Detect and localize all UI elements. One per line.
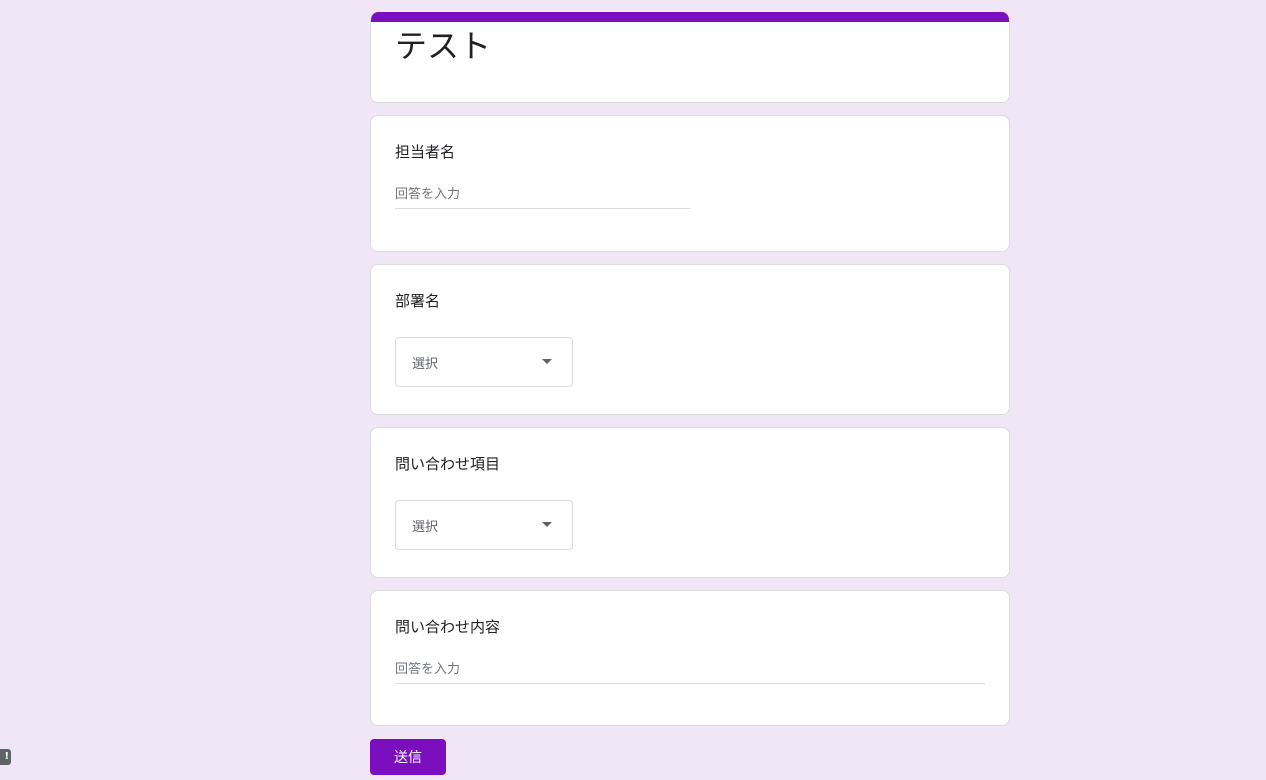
department-dropdown[interactable]: 選択 xyxy=(395,337,573,387)
question-label: 担当者名 xyxy=(395,143,456,161)
submit-button[interactable]: 送信 xyxy=(370,739,446,775)
person-name-input[interactable] xyxy=(395,182,690,204)
inquiry-type-dropdown[interactable]: 選択 xyxy=(395,500,573,550)
chevron-down-icon xyxy=(542,359,552,364)
question-label: 部署名 xyxy=(395,292,441,310)
question-card-person: 担当者名 xyxy=(370,115,1010,252)
form-container: テスト 担当者名 部署名 選択 問い合わせ項目 選択 問い合わせ内容 xyxy=(370,12,1010,738)
answer-field-container xyxy=(395,182,690,209)
header-accent-bar xyxy=(371,12,1009,22)
question-card-department: 部署名 選択 xyxy=(370,264,1010,415)
form-title: テスト xyxy=(395,27,492,65)
question-card-inquiry-content: 問い合わせ内容 xyxy=(370,590,1010,726)
inquiry-content-input[interactable] xyxy=(395,657,985,679)
answer-field-container xyxy=(395,657,985,684)
form-header-card: テスト xyxy=(370,12,1010,103)
dropdown-selected-value: 選択 xyxy=(412,357,439,372)
dropdown-selected-value: 選択 xyxy=(412,520,439,535)
chevron-down-icon xyxy=(542,522,552,527)
report-badge[interactable]: ! xyxy=(0,749,11,765)
question-label: 問い合わせ内容 xyxy=(395,618,501,636)
question-card-inquiry-type: 問い合わせ項目 選択 xyxy=(370,427,1010,578)
question-label: 問い合わせ項目 xyxy=(395,455,501,473)
